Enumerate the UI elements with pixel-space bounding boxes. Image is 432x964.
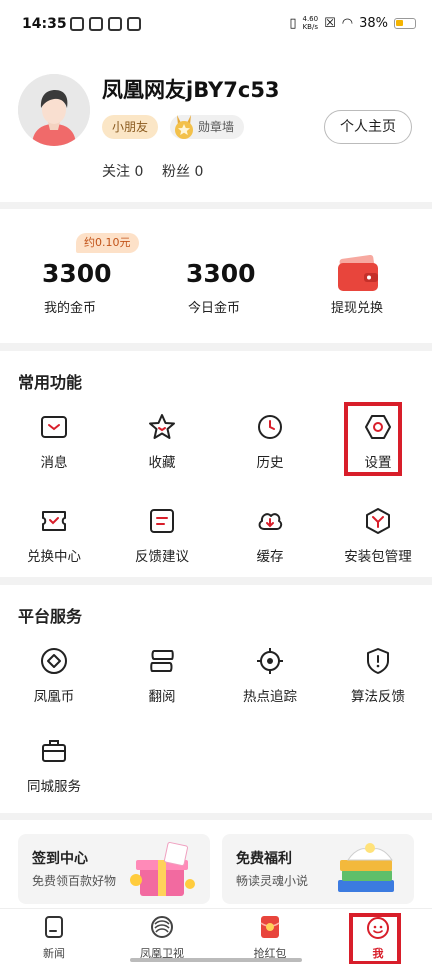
promo-title: 签到中心 — [32, 851, 88, 867]
fans-value: 0 — [194, 164, 204, 180]
flip-icon — [150, 650, 174, 672]
notification-icons — [70, 17, 141, 31]
function-label: 兑换中心 — [27, 549, 81, 565]
today-coins-value[interactable]: 3300 — [186, 259, 256, 288]
red-packet-icon — [260, 916, 280, 938]
status-time: 14:35 — [22, 16, 67, 32]
coin-value-badge: 约0.10元 — [76, 233, 139, 253]
profile-card: 凤凰网友jBY7c53 小朋友 勋章墙 个人主页 关注 0 粉丝 0 — [0, 52, 432, 202]
service-label: 同城服务 — [27, 779, 81, 795]
clock-icon — [258, 415, 282, 439]
gift-box-icon — [130, 842, 195, 896]
ticket-icon — [42, 511, 66, 531]
phoenix-tv-icon — [151, 916, 173, 938]
nav-phoenix-tv[interactable]: 凤凰卫视 — [108, 913, 216, 963]
function-label: 历史 — [256, 455, 284, 471]
common-functions-section: 常用功能 消息 收藏 历史 设置 兑换中心 反馈建议 缓存 安装包管理 — [0, 351, 432, 577]
function-label: 收藏 — [148, 455, 176, 471]
function-cache[interactable]: 缓存 — [216, 501, 324, 581]
nav-label: 新闻 — [43, 947, 65, 960]
my-coins-label[interactable]: 我的金币 — [44, 297, 96, 316]
service-local-services[interactable]: 同城服务 — [0, 731, 108, 811]
level-tag[interactable]: 小朋友 — [102, 115, 159, 139]
service-label: 算法反馈 — [351, 689, 405, 705]
status-right: ▯ 4.60 KB/s ☒ ◠ 38% — [289, 15, 416, 31]
username: 凤凰网友jBY7c53 — [102, 78, 280, 102]
notification-icon — [89, 17, 103, 31]
service-phoenix-coin[interactable]: 凤凰币 — [0, 641, 108, 721]
battery-icon — [394, 17, 416, 29]
notification-icon — [127, 17, 141, 31]
function-package-manager[interactable]: 安装包管理 — [324, 501, 432, 581]
battery-percent: 38% — [359, 15, 388, 31]
medal-icon — [175, 115, 193, 139]
follow-value: 0 — [134, 164, 144, 180]
promo-subtitle: 畅读灵魂小说 — [236, 874, 309, 888]
promo-subtitle: 免费领百款好物 — [32, 874, 117, 888]
star-icon — [149, 414, 175, 439]
service-hot-tracking[interactable]: 热点追踪 — [216, 641, 324, 721]
no-sim-icon: ☒ — [324, 15, 336, 31]
personal-home-button[interactable]: 个人主页 — [324, 110, 412, 144]
fans-count[interactable]: 粉丝 0 — [162, 161, 203, 181]
coin-diamond-icon — [41, 648, 67, 674]
service-label: 凤凰币 — [33, 689, 75, 705]
function-exchange-center[interactable]: 兑换中心 — [0, 501, 108, 581]
nav-news[interactable]: 新闻 — [0, 913, 108, 963]
me-highlight-box — [349, 913, 401, 964]
notification-icon — [70, 17, 84, 31]
fans-label: 粉丝 — [162, 164, 190, 180]
message-icon — [41, 416, 67, 438]
function-label: 安装包管理 — [344, 549, 412, 565]
function-label: 消息 — [40, 455, 68, 471]
status-bar: 14:35 ▯ 4.60 KB/s ☒ ◠ 38% — [0, 0, 432, 52]
nav-red-packet[interactable]: 抢红包 — [216, 913, 324, 963]
platform-services-title: 平台服务 — [18, 607, 83, 626]
feedback-icon — [150, 509, 174, 533]
promo-title: 免费福利 — [236, 851, 292, 867]
briefcase-icon — [42, 740, 66, 762]
checkin-center-card[interactable]: 签到中心 免费领百款好物 — [18, 834, 210, 904]
function-message[interactable]: 消息 — [0, 407, 108, 487]
function-label: 反馈建议 — [135, 549, 189, 565]
net-speed: 4.60 KB/s — [302, 15, 319, 31]
service-algorithm-feedback[interactable]: 算法反馈 — [324, 641, 432, 721]
shield-alert-icon — [367, 648, 389, 674]
free-benefits-card[interactable]: 免费福利 畅读灵魂小说 — [222, 834, 414, 904]
target-icon — [257, 648, 283, 674]
bottom-navigation: 新闻 凤凰卫视 抢红包 我 — [0, 908, 432, 964]
function-history[interactable]: 历史 — [216, 407, 324, 487]
platform-services-section: 平台服务 凤凰币 翻阅 热点追踪 算法反馈 同城服务 — [0, 585, 432, 813]
function-label: 缓存 — [256, 549, 284, 565]
follow-count[interactable]: 关注 0 — [102, 161, 143, 181]
avatar-icon — [18, 74, 90, 146]
package-icon — [366, 508, 390, 534]
books-icon — [338, 843, 394, 892]
medal-wall-label: 勋章墙 — [198, 120, 235, 134]
follow-label: 关注 — [102, 164, 130, 180]
settings-highlight-box — [344, 402, 402, 476]
notification-icon — [108, 17, 122, 31]
wallet-icon[interactable] — [336, 255, 380, 293]
home-indicator[interactable] — [130, 958, 302, 962]
service-label: 热点追踪 — [243, 689, 297, 705]
wifi-icon: ◠ — [341, 15, 354, 31]
medal-wall-tag[interactable]: 勋章墙 — [170, 115, 245, 139]
today-coins-label[interactable]: 今日金币 — [188, 297, 240, 316]
promo-section: 签到中心 免费领百款好物 免费福利 畅读灵魂小说 — [0, 820, 432, 908]
cloud-download-icon — [258, 513, 283, 530]
news-icon — [45, 916, 63, 938]
function-feedback[interactable]: 反馈建议 — [108, 501, 216, 581]
service-label: 翻阅 — [148, 689, 176, 705]
avatar[interactable] — [18, 74, 90, 146]
withdraw-exchange-label[interactable]: 提现兑换 — [331, 297, 383, 316]
common-functions-title: 常用功能 — [18, 373, 83, 392]
function-favorites[interactable]: 收藏 — [108, 407, 216, 487]
coins-card: 约0.10元 3300 我的金币 3300 今日金币 提现兑换 — [0, 209, 432, 343]
vibrate-icon: ▯ — [289, 15, 297, 31]
service-flip-read[interactable]: 翻阅 — [108, 641, 216, 721]
my-coins-value[interactable]: 3300 — [42, 259, 112, 288]
